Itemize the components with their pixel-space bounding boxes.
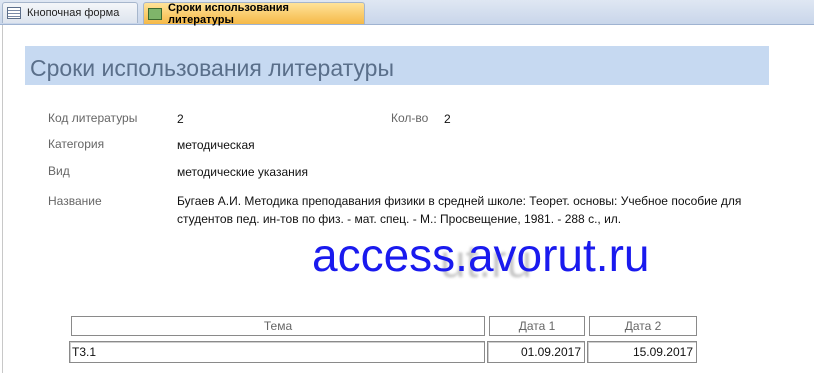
column-header-date1: Дата 1 [489,316,585,336]
kind-field[interactable]: методические указания [177,165,308,179]
document-tab-bar: Кнопочная форма Сроки использования лите… [0,0,814,26]
topic-cell[interactable]: Т3.1 [69,341,485,363]
quantity-label: Кол-во [391,111,429,125]
tab-label: Сроки использования литературы [168,1,289,26]
category-label: Категория [48,137,105,151]
date1-cell[interactable]: 01.09.2017 [487,341,585,363]
date2-cell[interactable]: 15.09.2017 [587,341,697,363]
form-left-border [2,25,3,373]
form-title: Сроки использования литературы [30,55,394,81]
tab-switchboard-form[interactable]: Кнопочная форма [2,2,138,23]
category-field[interactable]: методическая [177,138,255,152]
switchboard-form-icon [7,7,21,19]
name-label: Название [48,194,102,208]
code-field[interactable]: 2 [177,112,184,126]
tab-label: Кнопочная форма [27,7,120,19]
watermark-text: access.avorut.ru [312,229,650,281]
column-header-date2: Дата 2 [589,316,697,336]
tab-literature-usage-periods[interactable]: Сроки использования литературы [143,1,365,26]
quantity-field[interactable]: 2 [444,112,451,126]
code-label: Код литературы [48,111,138,125]
name-field[interactable]: Бугаев А.И. Методика преподавания физики… [177,192,777,228]
column-header-topic: Тема [71,316,485,336]
form-icon [148,7,162,20]
kind-label: Вид [48,164,70,178]
